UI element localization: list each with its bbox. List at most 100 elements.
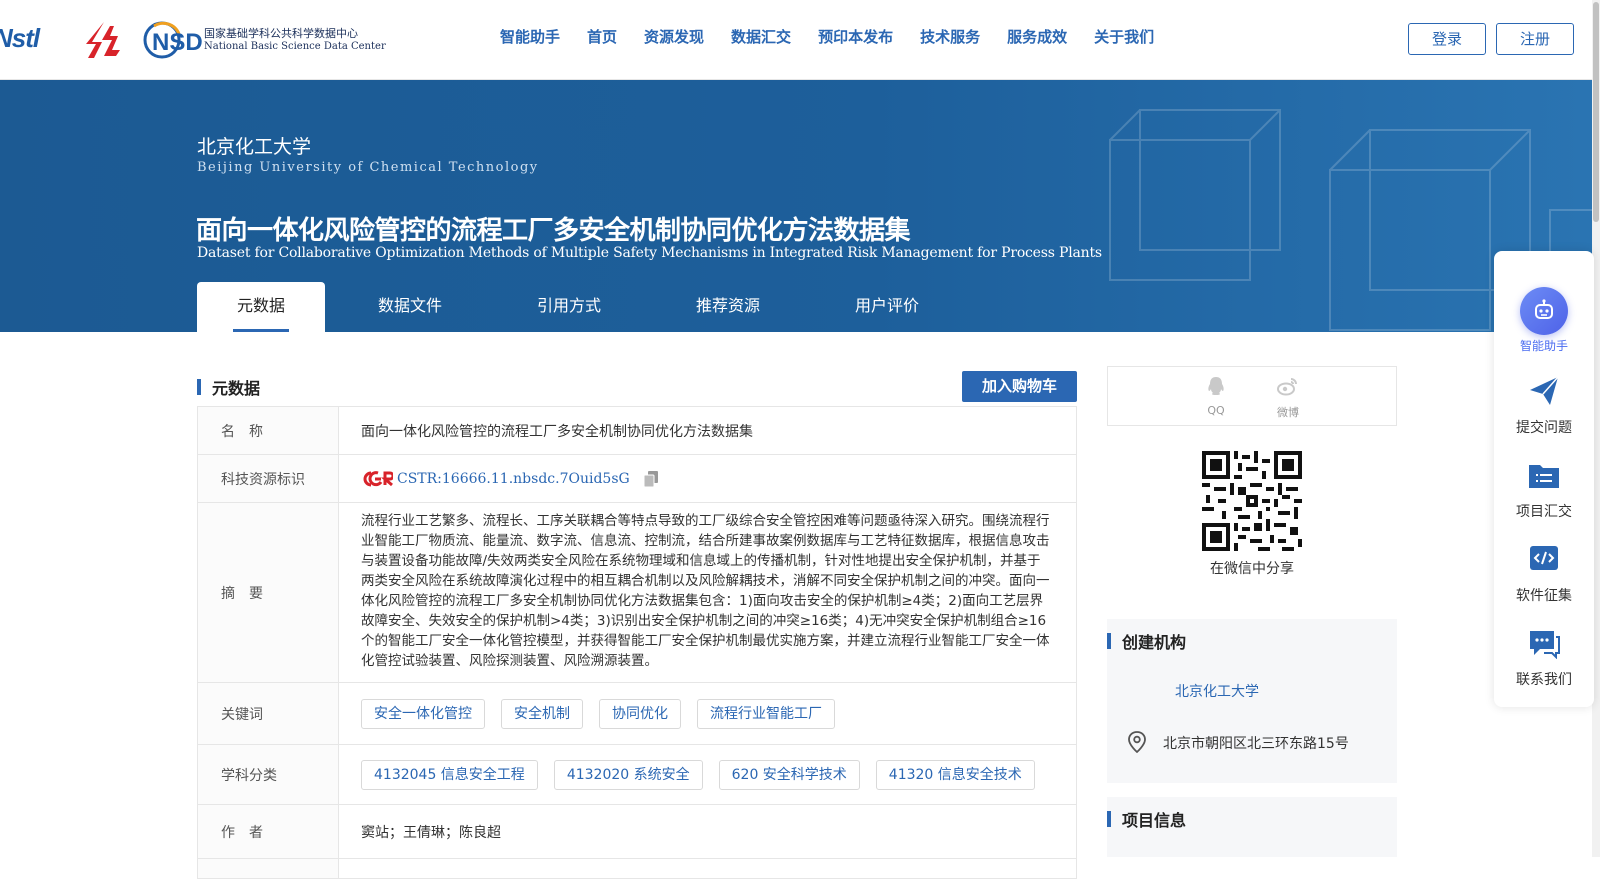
table-row — [197, 859, 1077, 879]
keywords-cell: 安全一体化管控 安全机制 协同优化 流程行业智能工厂 — [339, 683, 1077, 744]
tab-citation[interactable]: 引用方式 — [495, 282, 643, 332]
subjects-label: 学科分类 — [197, 745, 339, 804]
nav-data-submission[interactable]: 数据汇交 — [731, 26, 791, 47]
section-title: 元数据 — [212, 379, 261, 398]
paper-plane-icon — [1530, 376, 1559, 405]
tab-user-reviews[interactable]: 用户评价 — [813, 282, 961, 332]
institution-address: 北京市朝阳区北三环东路15号 — [1163, 736, 1349, 752]
metadata-table: 名 称 面向一体化风险管控的流程工厂多安全机制协同优化方法数据集 科技资源标识 … — [197, 406, 1077, 879]
qq-label: QQ — [1207, 404, 1225, 417]
institution-link[interactable]: 北京化工大学 — [1175, 681, 1259, 701]
nav-service-results[interactable]: 服务成效 — [1007, 26, 1067, 47]
floating-tool-panel: 智能助手 提交问题 项目汇交 软件征集 联系我们 — [1494, 251, 1594, 707]
nstl-logo[interactable]: Nstl — [0, 23, 68, 55]
folder-list-icon — [1529, 465, 1559, 488]
keyword-tag[interactable]: 安全机制 — [501, 698, 583, 729]
keyword-tag[interactable]: 协同优化 — [599, 698, 681, 729]
red-s-logo-icon[interactable] — [82, 20, 122, 60]
add-to-cart-button[interactable]: 加入购物车 — [962, 371, 1077, 402]
nav-home[interactable]: 首页 — [587, 26, 617, 47]
share-box: QQ 微博 — [1107, 366, 1397, 426]
nsdc-logo[interactable]: NSDC 国家基础学科公共科学数据中心 National Basic Scien… — [142, 20, 386, 60]
abstract-label: 摘 要 — [197, 503, 339, 682]
cstr-link[interactable]: CSTR:16666.11.nbsdc.7Ouid5sG — [397, 471, 630, 487]
register-button[interactable]: 注册 — [1496, 23, 1574, 55]
nsdc-en-name: National Basic Science Data Center — [204, 40, 386, 52]
logo-group: Nstl NSDC 国家基础学科公共科学数据中心 National Basic … — [0, 18, 386, 62]
subject-tag[interactable]: 620 安全科学技术 — [718, 759, 860, 790]
metadata-section-header: 元数据 加入购物车 — [197, 371, 1077, 402]
ai-robot-icon — [1520, 287, 1568, 335]
nsdc-cn-name: 国家基础学科公共科学数据中心 — [204, 27, 358, 41]
cstr-label: 科技资源标识 — [197, 455, 339, 502]
dataset-tabs: 元数据 数据文件 引用方式 推荐资源 用户评价 — [197, 282, 961, 332]
float-project-label: 项目汇交 — [1516, 504, 1572, 520]
nsdc-mark-icon: NSDC — [143, 21, 202, 59]
table-row: 学科分类 4132045 信息安全工程 4132020 系统安全 620 安全科… — [197, 745, 1077, 805]
qq-icon — [1208, 377, 1224, 395]
chat-bubbles-icon — [1530, 631, 1560, 660]
keyword-tag[interactable]: 安全一体化管控 — [361, 698, 485, 729]
subject-tag[interactable]: 41320 信息安全技术 — [875, 759, 1035, 790]
nsdc-logo-text: 国家基础学科公共科学数据中心 National Basic Science Da… — [204, 27, 386, 52]
subject-tag[interactable]: 4132020 系统安全 — [553, 759, 703, 790]
copy-icon[interactable] — [643, 470, 658, 487]
main-nav: 智能助手 首页 资源发现 数据汇交 预印本发布 技术服务 服务成效 关于我们 — [500, 26, 1181, 47]
institution-name-cn: 北京化工大学 — [197, 136, 312, 158]
table-row: 作 者 窦站；王倩琳；陈良超 — [197, 805, 1077, 859]
card-title: 创建机构 — [1122, 633, 1187, 652]
wechat-share-label: 在微信中分享 — [1210, 561, 1294, 577]
float-project-submission[interactable]: 项目汇交 — [1494, 459, 1594, 521]
nav-resource-discovery[interactable]: 资源发现 — [644, 26, 704, 47]
wechat-qr-code-icon — [1202, 451, 1302, 551]
nav-tech-services[interactable]: 技术服务 — [920, 26, 980, 47]
table-row: 名 称 面向一体化风险管控的流程工厂多安全机制协同优化方法数据集 — [197, 407, 1077, 455]
tab-data-files[interactable]: 数据文件 — [325, 282, 495, 332]
card-accent-bar — [1107, 633, 1111, 649]
weibo-label: 微博 — [1277, 406, 1299, 419]
location-pin-icon — [1128, 731, 1146, 753]
project-info-card: 项目信息 — [1107, 797, 1397, 857]
weibo-icon — [1277, 378, 1297, 396]
section-accent-bar — [197, 379, 201, 395]
card-accent-bar — [1107, 811, 1111, 827]
tab-metadata[interactable]: 元数据 — [197, 282, 325, 332]
share-qq[interactable]: QQ — [1196, 375, 1236, 417]
abstract-value: 流程行业工艺繁多、流程长、工序关联耦合等特点导致的工厂级综合安全管控困难等问题亟… — [339, 503, 1077, 682]
float-contact-label: 联系我们 — [1516, 672, 1572, 688]
nstl-logo-text: Nstl — [0, 23, 40, 53]
nsdc-mark-text: NSDC — [152, 29, 202, 56]
name-value: 面向一体化风险管控的流程工厂多安全机制协同优化方法数据集 — [339, 407, 1077, 454]
dataset-banner: 北京化工大学 Beijing University of Chemical Te… — [0, 80, 1592, 332]
dataset-title-en: Dataset for Collaborative Optimization M… — [197, 245, 1102, 261]
subject-tag[interactable]: 4132045 信息安全工程 — [361, 759, 538, 790]
login-button[interactable]: 登录 — [1408, 23, 1486, 55]
float-submit-question[interactable]: 提交问题 — [1494, 375, 1594, 437]
authors-label: 作 者 — [197, 805, 339, 858]
float-contact-us[interactable]: 联系我们 — [1494, 627, 1594, 689]
dataset-title-cn: 面向一体化风险管控的流程工厂多安全机制协同优化方法数据集 — [196, 216, 911, 246]
name-label: 名 称 — [197, 407, 339, 454]
float-software-collection[interactable]: 软件征集 — [1494, 543, 1594, 605]
nav-about-us[interactable]: 关于我们 — [1094, 26, 1154, 47]
keyword-tag[interactable]: 流程行业智能工厂 — [697, 698, 835, 729]
float-ai-label: 智能助手 — [1519, 339, 1568, 353]
nav-ai-assistant[interactable]: 智能助手 — [500, 26, 560, 47]
share-weibo[interactable]: 微博 — [1268, 375, 1308, 420]
cstr-value-cell: CSTR:16666.11.nbsdc.7Ouid5sG — [339, 455, 1077, 502]
institution-name-en: Beijing University of Chemical Technolog… — [197, 160, 539, 175]
authors-value: 窦站；王倩琳；陈良超 — [339, 805, 1077, 858]
top-header: Nstl NSDC 国家基础学科公共科学数据中心 National Basic … — [0, 0, 1600, 80]
creating-institution-card: 创建机构 北京化工大学 北京市朝阳区北三环东路15号 — [1107, 619, 1397, 783]
tab-recommended[interactable]: 推荐资源 — [643, 282, 813, 332]
table-row: 摘 要 流程行业工艺繁多、流程长、工序关联耦合等特点导致的工厂级综合安全管控困难… — [197, 503, 1077, 683]
table-row: 关键词 安全一体化管控 安全机制 协同优化 流程行业智能工厂 — [197, 683, 1077, 745]
scrollbar-thumb[interactable] — [1593, 2, 1599, 222]
cstr-logo-icon — [363, 470, 393, 486]
nav-preprint[interactable]: 预印本发布 — [818, 26, 893, 47]
code-window-icon — [1530, 546, 1558, 570]
subjects-cell: 4132045 信息安全工程 4132020 系统安全 620 安全科学技术 4… — [339, 745, 1077, 804]
next-row-label — [197, 859, 339, 878]
float-ai-assistant[interactable]: 智能助手 — [1494, 287, 1594, 354]
keywords-label: 关键词 — [197, 683, 339, 744]
